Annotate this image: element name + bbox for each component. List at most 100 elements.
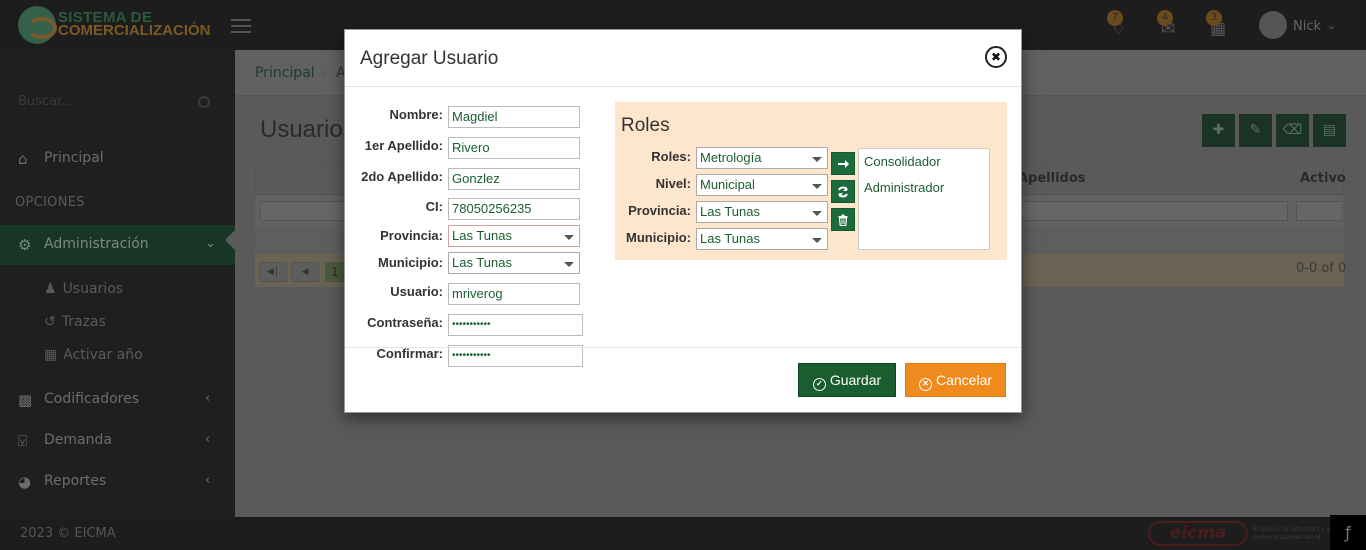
delete-button[interactable]: ⌫ bbox=[1276, 114, 1309, 147]
trash-icon: ⌫ bbox=[1282, 122, 1303, 138]
close-icon: ✖ bbox=[990, 50, 1002, 64]
sidebar-item-label: Principal bbox=[44, 150, 104, 166]
assigned-roles-list[interactable]: Consolidador Administrador bbox=[858, 148, 990, 250]
breadcrumb-home-link[interactable]: Principal bbox=[255, 65, 315, 81]
check-circle-icon: ✓ bbox=[812, 378, 826, 391]
dialog-title: Agregar Usuario bbox=[360, 48, 499, 69]
pager-first-button[interactable]: ◀│ bbox=[259, 262, 287, 282]
column-header-activo[interactable]: Activo bbox=[1300, 171, 1346, 186]
refresh-roles-button[interactable] bbox=[831, 180, 855, 203]
caret-down-icon bbox=[812, 184, 822, 189]
notifications-tasks[interactable]: ▦ 3 bbox=[1206, 10, 1232, 41]
apellido2-field[interactable]: Gonzlez bbox=[448, 168, 580, 190]
debug-toolbar-icon[interactable]: ƒ bbox=[1330, 515, 1366, 550]
apellido1-field[interactable]: Rivero bbox=[448, 137, 580, 159]
sidebar-section-heading: OPCIONES bbox=[15, 195, 85, 210]
task-count-badge: 3 bbox=[1206, 10, 1222, 26]
close-circle-icon: ✕ bbox=[918, 378, 932, 391]
nombre-label: Nombre: bbox=[389, 107, 443, 122]
sidebar-subitem-usuarios[interactable]: ♟ Usuarios bbox=[44, 281, 123, 297]
user-avatar[interactable] bbox=[1259, 11, 1287, 39]
municipio-select[interactable]: Las Tunas bbox=[448, 252, 580, 274]
footer-copyright: 2023 © EICMA bbox=[20, 526, 116, 541]
nivel-label: Nivel: bbox=[655, 176, 691, 191]
refresh-icon bbox=[838, 186, 848, 198]
chevron-down-icon[interactable]: ⌄ bbox=[1327, 19, 1336, 32]
export-pdf-button[interactable]: ▤ bbox=[1313, 114, 1346, 147]
pdf-icon: ▤ bbox=[1322, 122, 1337, 138]
roles-municipio-value: Las Tunas bbox=[700, 231, 760, 246]
gear-icon: ⚙ bbox=[18, 236, 32, 254]
roles-panel: Roles Roles: Metrología Nivel: Municipal… bbox=[615, 102, 1007, 260]
sidebar-subitem-activar-ano[interactable]: ▦ Activar año bbox=[44, 347, 143, 363]
nivel-select-value: Municipal bbox=[700, 177, 755, 192]
roles-select-value: Metrología bbox=[700, 150, 762, 165]
chevron-left-icon: ‹ bbox=[205, 473, 211, 488]
sidebar-item-demanda[interactable]: ⍌ Demanda ‹ bbox=[0, 421, 235, 461]
footer: 2023 © EICMA eicma Empresa de Informátic… bbox=[0, 517, 1366, 550]
municipio-label: Municipio: bbox=[378, 255, 443, 270]
column-header-apellidos[interactable]: Apellidos bbox=[1018, 171, 1086, 186]
notifications-messages[interactable]: ✉ 4 bbox=[1157, 10, 1183, 41]
pager-current-page[interactable]: 1 bbox=[325, 262, 345, 282]
confirmar-label: Confirmar: bbox=[376, 346, 443, 361]
save-button[interactable]: ✓ Guardar bbox=[798, 363, 896, 397]
sidebar-subitem-trazas[interactable]: ↺ Trazas bbox=[44, 314, 106, 330]
calendar-check-icon: ▦ bbox=[44, 347, 58, 363]
menu-toggle-icon[interactable] bbox=[231, 19, 251, 33]
provincia-select[interactable]: Las Tunas bbox=[448, 225, 580, 247]
list-item[interactable]: Consolidador bbox=[864, 154, 941, 169]
sidebar: Buscar... ⌂ Principal OPCIONES ⚙ Adminis… bbox=[0, 50, 237, 517]
page-title: Usuarios bbox=[260, 116, 355, 143]
contrasena-label: Contraseña: bbox=[367, 315, 443, 330]
cancel-button[interactable]: ✕ Cancelar bbox=[905, 363, 1006, 397]
caret-down-icon bbox=[812, 238, 822, 243]
municipio-select-value: Las Tunas bbox=[452, 255, 512, 270]
roles-municipio-select[interactable]: Las Tunas bbox=[696, 228, 828, 250]
sidebar-subitem-label: Trazas bbox=[61, 314, 106, 330]
sidebar-item-codificadores[interactable]: ▩ Codificadores ‹ bbox=[0, 380, 235, 420]
bar-chart-icon: ▩ bbox=[18, 391, 33, 409]
nivel-select[interactable]: Municipal bbox=[696, 174, 828, 196]
remove-role-button[interactable] bbox=[831, 208, 855, 231]
close-button[interactable]: ✖ bbox=[985, 46, 1007, 68]
sidebar-search-input[interactable]: Buscar... bbox=[18, 94, 214, 114]
pager-prev-button[interactable]: ◀ bbox=[291, 262, 319, 282]
sidebar-subitem-label: Activar año bbox=[63, 347, 143, 363]
sidebar-item-label: Demanda bbox=[44, 432, 112, 448]
notification-count-badge: 7 bbox=[1107, 10, 1123, 26]
filter-input-activo[interactable] bbox=[1296, 201, 1343, 221]
app-logo[interactable]: SISTEMA DE COMERCIALIZACIÓN bbox=[18, 6, 218, 44]
nombre-field[interactable]: Magdiel bbox=[448, 106, 580, 128]
add-user-dialog: Agregar Usuario ✖ Nombre: Magdiel 1er Ap… bbox=[344, 29, 1022, 413]
caret-down-icon bbox=[564, 262, 574, 267]
edit-button[interactable]: ✎ bbox=[1239, 114, 1272, 147]
password-field[interactable]: ••••••••••• bbox=[448, 314, 583, 336]
provincia-label: Provincia: bbox=[380, 228, 443, 243]
roles-select[interactable]: Metrología bbox=[696, 147, 828, 169]
cart-icon: ⍌ bbox=[18, 432, 28, 450]
roles-provincia-select[interactable]: Las Tunas bbox=[696, 201, 828, 223]
confirm-password-field[interactable]: ••••••••••• bbox=[448, 345, 583, 367]
dialog-header-divider bbox=[345, 86, 1021, 87]
sidebar-item-administracion[interactable]: ⚙ Administración ⌄ bbox=[0, 225, 235, 265]
search-icon[interactable] bbox=[198, 96, 210, 108]
notifications-bell[interactable]: ♢ 7 bbox=[1107, 10, 1133, 41]
pie-chart-icon: ◕ bbox=[18, 473, 32, 491]
plus-icon: ✚ bbox=[1212, 122, 1225, 138]
trash-icon bbox=[838, 214, 848, 226]
chevron-left-icon: ‹ bbox=[205, 391, 211, 406]
history-icon: ↺ bbox=[44, 314, 56, 330]
add-role-button[interactable] bbox=[831, 152, 855, 175]
list-item[interactable]: Administrador bbox=[864, 180, 944, 195]
ci-field[interactable]: 78050256235 bbox=[448, 198, 580, 220]
sidebar-item-reportes[interactable]: ◕ Reportes ‹ bbox=[0, 462, 235, 502]
caret-down-icon bbox=[812, 157, 822, 162]
sidebar-item-principal[interactable]: ⌂ Principal bbox=[0, 139, 235, 179]
logo-mark-icon bbox=[18, 6, 57, 44]
user-name[interactable]: Nick bbox=[1293, 19, 1321, 34]
usuario-field[interactable]: mriverog bbox=[448, 283, 580, 305]
arrow-right-icon bbox=[838, 160, 849, 168]
add-button[interactable]: ✚ bbox=[1202, 114, 1235, 147]
usuario-label: Usuario: bbox=[390, 284, 443, 299]
